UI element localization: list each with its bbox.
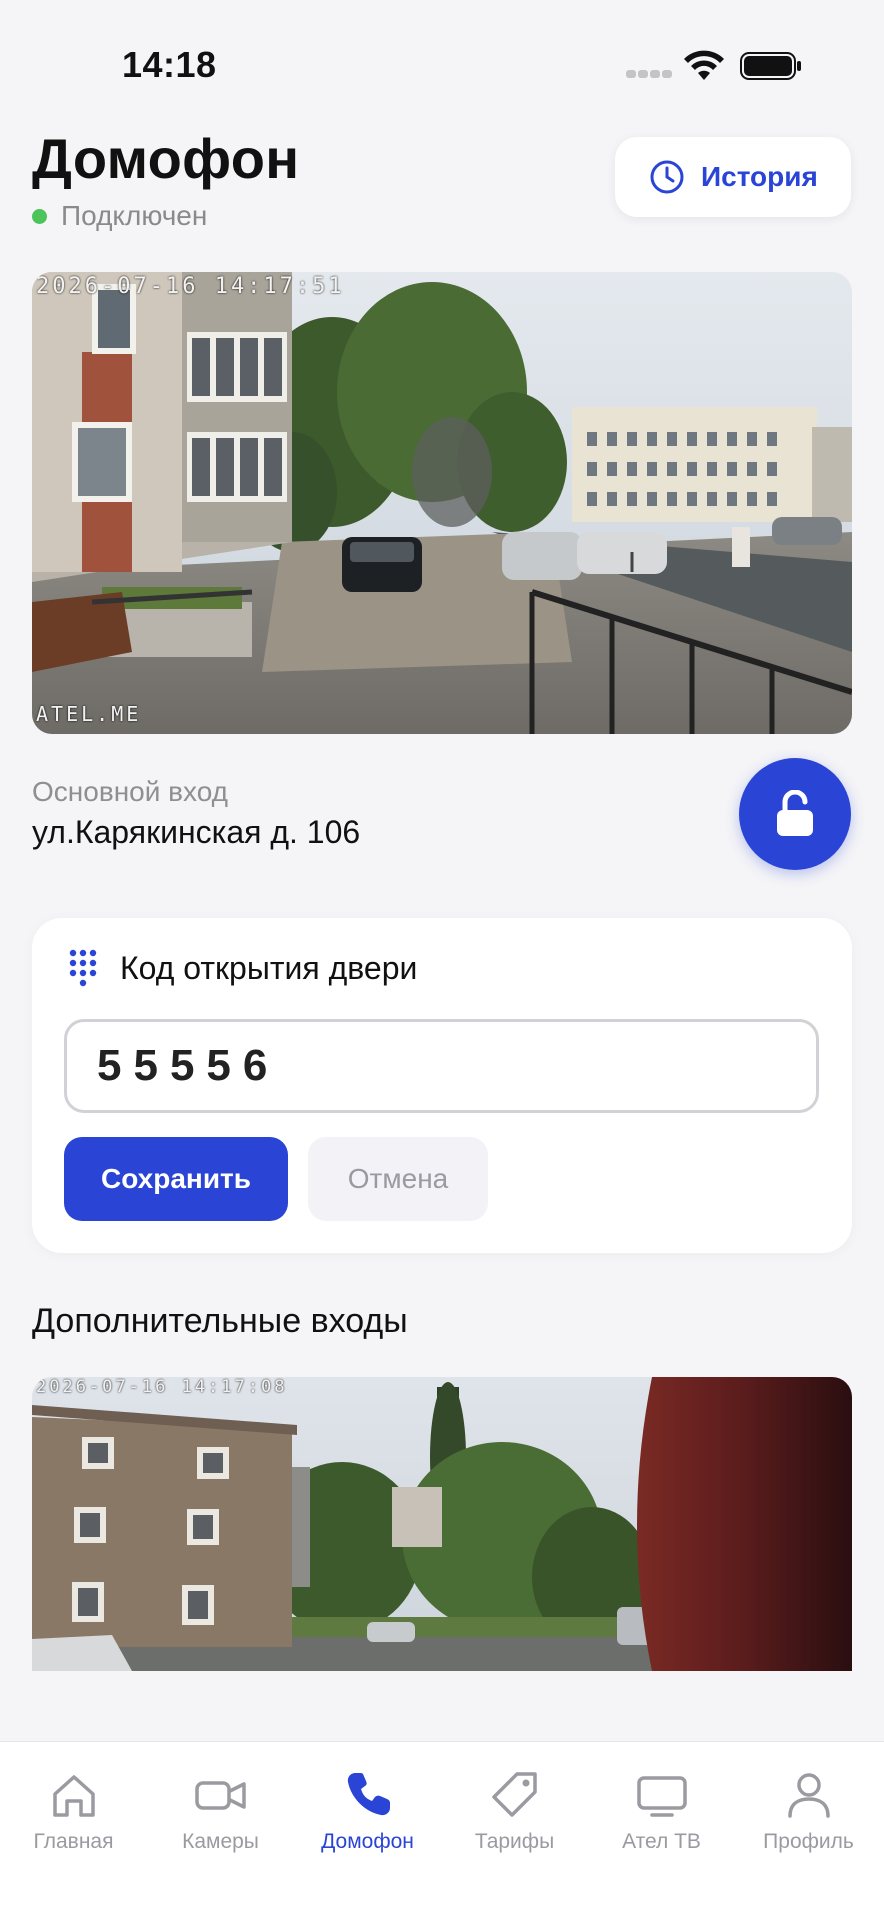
unlock-door-button[interactable]: [739, 758, 851, 870]
connection-status: Подключен: [32, 200, 207, 232]
door-code-header: Код открытия двери: [68, 948, 417, 988]
cellular-signal-icon: [626, 70, 672, 80]
page-title: Домофон: [32, 127, 300, 190]
clock-icon: [650, 160, 684, 194]
keypad-icon: [69, 949, 97, 987]
bottom-tab-bar: Главная Камеры Домофон Тарифы Ател ТВ Пр…: [0, 1741, 884, 1920]
tab-cameras-label: Камеры: [182, 1830, 259, 1853]
camera-snapshot: [32, 272, 852, 734]
door-code-input[interactable]: [64, 1019, 819, 1113]
door-code-card: Код открытия двери Сохранить Отмена: [32, 918, 852, 1253]
status-bar: 14:18: [0, 0, 884, 120]
tab-tariffs-label: Тарифы: [474, 1830, 555, 1853]
entrance-address: ул.Карякинская д. 106: [32, 814, 361, 850]
tab-profile[interactable]: Профиль: [735, 1768, 882, 1854]
home-icon: [52, 1775, 95, 1817]
extra-entrances-title: Дополнительные входы: [32, 1302, 408, 1340]
tag-icon: [491, 1772, 537, 1817]
tab-home-label: Главная: [33, 1830, 114, 1853]
camera-timestamp: 2026-07-16 14:17:51: [36, 274, 345, 299]
video-camera-icon: [194, 1781, 246, 1810]
tab-profile-label: Профиль: [763, 1830, 854, 1853]
battery-icon: [740, 52, 801, 80]
main-camera-feed[interactable]: 2026-07-16 14:17:51 ATEL.ME: [32, 272, 852, 734]
status-dot-icon: [32, 208, 47, 224]
save-button[interactable]: Сохранить: [64, 1137, 288, 1221]
entrance-name: Основной вход: [32, 776, 228, 807]
tab-intercom-label: Домофон: [321, 1830, 414, 1853]
extra-camera-feed[interactable]: 2026-07-16 14:17:08: [32, 1377, 852, 1671]
status-time: 14:18: [122, 44, 217, 85]
cancel-button[interactable]: Отмена: [308, 1137, 488, 1221]
history-button-label: История: [701, 161, 818, 192]
extra-camera-snapshot: [32, 1377, 852, 1671]
history-button[interactable]: История: [615, 137, 851, 217]
camera-watermark: ATEL.ME: [36, 702, 142, 726]
tab-intercom[interactable]: Домофон: [294, 1768, 441, 1854]
user-icon: [787, 1773, 830, 1818]
tv-icon: [636, 1776, 687, 1817]
wifi-icon: [684, 50, 724, 80]
connection-status-label: Подключен: [61, 200, 208, 231]
tab-cameras[interactable]: Камеры: [147, 1768, 294, 1854]
tab-atel-tv-label: Ател ТВ: [622, 1830, 701, 1853]
unlock-icon: [777, 790, 813, 836]
door-code-title: Код открытия двери: [120, 949, 418, 986]
tab-atel-tv[interactable]: Ател ТВ: [588, 1768, 735, 1854]
tab-tariffs[interactable]: Тарифы: [441, 1768, 588, 1854]
extra-camera-timestamp: 2026-07-16 14:17:08: [36, 1377, 288, 1397]
tab-home[interactable]: Главная: [0, 1768, 147, 1854]
phone-icon: [347, 1773, 390, 1816]
